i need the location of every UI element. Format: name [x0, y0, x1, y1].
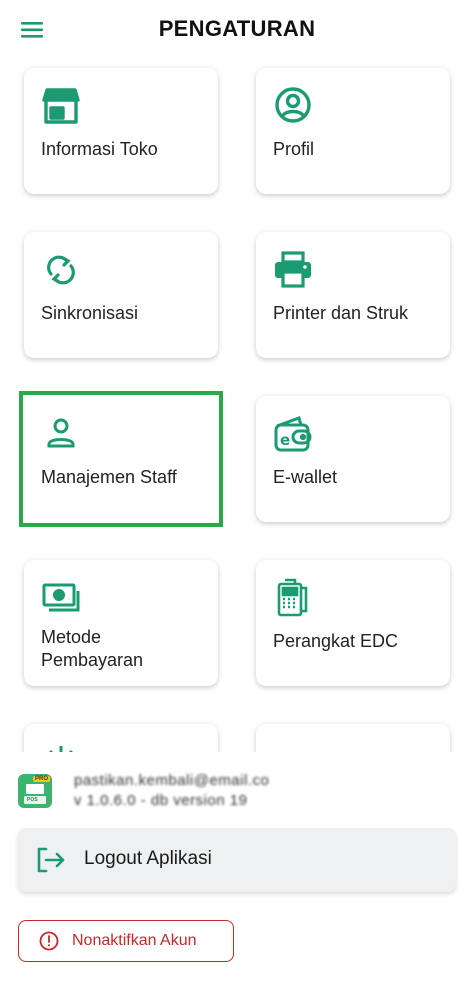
card-label: E-wallet [273, 467, 338, 487]
logout-label: Logout Aplikasi [84, 848, 212, 869]
card-label: Perangkat EDC [273, 631, 399, 651]
svg-text:e: e [280, 431, 290, 449]
partial-icon [273, 742, 313, 752]
card-profil[interactable]: Profil [256, 68, 450, 194]
card-e-wallet[interactable]: e E-wallet [256, 396, 450, 522]
app-info: PRO POS pastikan.kembali@email.co v 1.0.… [18, 772, 458, 812]
card-manajemen-staff[interactable]: Manajemen Staff [19, 391, 223, 527]
card-printer-struk[interactable]: Printer dan Struk [256, 232, 450, 358]
card-label: Printer dan Struk [273, 303, 409, 323]
user-circle-icon [273, 86, 313, 126]
staff-icon [41, 414, 81, 454]
logout-icon [36, 846, 66, 874]
card-label: Profil [273, 139, 315, 159]
card-label: Informasi Toko [41, 139, 158, 159]
card-label: Metode Pembayaran [41, 626, 208, 672]
card-sinkronisasi[interactable]: Sinkronisasi [24, 232, 218, 358]
settings-grid: Informasi Toko Profil Sinkronisasi Print… [0, 60, 474, 752]
wallet-icon: e [273, 414, 313, 454]
pro-badge: PRO [32, 776, 50, 782]
alert-circle-icon [39, 931, 59, 951]
settings-icon [41, 742, 81, 752]
card-label-line1: Metode [41, 627, 102, 647]
deactivate-label: Nonaktifkan Akun [72, 932, 197, 949]
store-icon [41, 86, 81, 126]
card-partial-right[interactable] [256, 724, 450, 752]
settings-footer: PRO POS pastikan.kembali@email.co v 1.0.… [0, 752, 474, 988]
app-header: PENGATURAN [0, 0, 474, 60]
card-metode-pembayaran[interactable]: Metode Pembayaran [24, 560, 218, 686]
edc-device-icon [273, 578, 313, 618]
card-partial-left[interactable] [24, 724, 218, 752]
card-informasi-toko[interactable]: Informasi Toko [24, 68, 218, 194]
account-email: pastikan.kembali@email.co [74, 772, 270, 789]
payment-method-icon [41, 578, 81, 618]
logo-text: POS [27, 797, 38, 803]
app-logo: PRO POS [18, 774, 52, 808]
logout-button[interactable]: Logout Aplikasi [18, 828, 456, 892]
app-version: v 1.0.6.0 - db version 19 [74, 792, 248, 809]
logo-screen [26, 784, 44, 794]
printer-icon [273, 250, 313, 290]
page-title: PENGATURAN [158, 16, 316, 41]
card-label-line2: Pembayaran [41, 650, 144, 670]
card-label: Manajemen Staff [41, 467, 177, 487]
card-label: Sinkronisasi [41, 303, 139, 323]
deactivate-account-button[interactable]: Nonaktifkan Akun [18, 920, 234, 962]
sync-icon [41, 250, 81, 290]
card-perangkat-edc[interactable]: Perangkat EDC [256, 560, 450, 686]
